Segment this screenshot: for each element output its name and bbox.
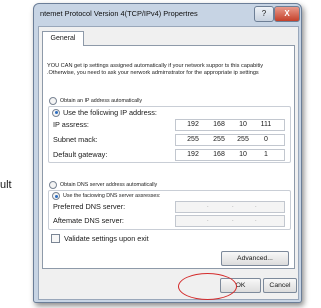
octet-separator: .	[232, 203, 234, 209]
ip-octet: 255	[237, 136, 249, 143]
alternate-dns-label: Aftemate DNS server:	[53, 216, 124, 225]
obtain-ip-auto-radio[interactable]	[49, 97, 57, 105]
obtain-dns-auto-radio[interactable]	[49, 181, 57, 189]
ip-octet: 1	[264, 151, 268, 158]
use-ip-manual-radio[interactable]	[52, 108, 60, 117]
preferred-dns-input[interactable]: . . .	[175, 201, 285, 213]
general-tab-panel: YOU CAN get ip settings assigned automat…	[42, 45, 295, 269]
preferred-dns-row: Preferred DNS server: . . .	[53, 201, 286, 213]
ip-octet: 111	[260, 121, 272, 128]
default-gateway-label: Default gateway:	[53, 150, 108, 159]
octet-separator: .	[207, 203, 209, 209]
help-button[interactable]: ?	[254, 6, 274, 22]
ip-octet: 168	[213, 151, 225, 158]
cancel-button[interactable]: Cancel	[263, 278, 297, 293]
octet-separator: .	[232, 217, 234, 223]
default-gateway-input[interactable]: 192 168 10 1	[175, 149, 285, 161]
use-dns-manual-option[interactable]: Use the faciowing DNS server assresses:	[52, 192, 160, 200]
use-dns-manual-label: Use the faciowing DNS server assresses:	[63, 193, 161, 199]
obtain-ip-auto-label: Obtain an IP address automatically	[60, 98, 143, 104]
octet-separator: .	[255, 217, 257, 223]
ip-address-group: Use the folicwing IP address: IP assress…	[48, 106, 291, 163]
use-dns-manual-radio[interactable]	[52, 192, 60, 200]
ip-address-row: IP assress: 192 168 10 111	[53, 119, 286, 131]
obtain-ip-auto-option[interactable]: Obtain an IP address automatically	[49, 97, 142, 105]
description-text: YOU CAN get ip settings assigned automat…	[47, 63, 264, 76]
close-button[interactable]: X	[274, 6, 300, 22]
advanced-button[interactable]: Advanced...	[221, 251, 289, 266]
subnet-mask-label: Subnet mack:	[53, 135, 98, 144]
validate-settings-checkbox[interactable]	[51, 234, 60, 243]
background-fragment-text: ult	[0, 179, 12, 191]
octet-separator: .	[255, 203, 257, 209]
ip-octet: 255	[187, 136, 199, 143]
preferred-dns-label: Preferred DNS server:	[53, 202, 126, 211]
use-ip-manual-option[interactable]: Use the folicwing IP address:	[52, 108, 157, 117]
ip-octet: 10	[239, 151, 247, 158]
ip-octet: 0	[264, 136, 268, 143]
dialog-body: General YOU CAN get ip settings assigned…	[38, 26, 299, 300]
default-gateway-row: Default gateway: 192 168 10 1	[53, 149, 286, 161]
title-bar[interactable]: ntemet Protocol Version 4(TCP/IPv4) Prop…	[34, 4, 301, 26]
subnet-mask-row: Subnet mack: 255 255 255 0	[53, 134, 286, 146]
ip-octet: 10	[239, 121, 247, 128]
dialog-title: ntemet Protocol Version 4(TCP/IPv4) Prop…	[40, 9, 198, 18]
alternate-dns-row: Aftemate DNS server: . . .	[53, 215, 286, 227]
ip-octet: 168	[213, 121, 225, 128]
alternate-dns-input[interactable]: . . .	[175, 215, 285, 227]
validate-settings-option[interactable]: Validate settings upon exit	[51, 234, 149, 243]
subnet-mask-input[interactable]: 255 255 255 0	[175, 134, 285, 146]
ip-octet: 255	[213, 136, 225, 143]
tab-general[interactable]: General	[42, 31, 84, 46]
ip-octet: 192	[187, 151, 199, 158]
ip-address-input[interactable]: 192 168 10 111	[175, 119, 285, 131]
use-ip-manual-label: Use the folicwing IP address:	[63, 108, 157, 117]
octet-separator: .	[207, 217, 209, 223]
ok-highlight-circle	[178, 273, 237, 300]
ip-address-label: IP assress:	[53, 120, 89, 129]
dns-server-group: Use the faciowing DNS server assresses: …	[48, 190, 291, 230]
ip-octet: 192	[187, 121, 199, 128]
obtain-dns-auto-label: Obtain DNS server address automatically	[60, 182, 158, 188]
obtain-dns-auto-option[interactable]: Obtain DNS server address automatically	[49, 181, 157, 189]
ipv4-properties-dialog: ntemet Protocol Version 4(TCP/IPv4) Prop…	[33, 3, 302, 303]
validate-settings-label: Validate settings upon exit	[64, 234, 149, 243]
